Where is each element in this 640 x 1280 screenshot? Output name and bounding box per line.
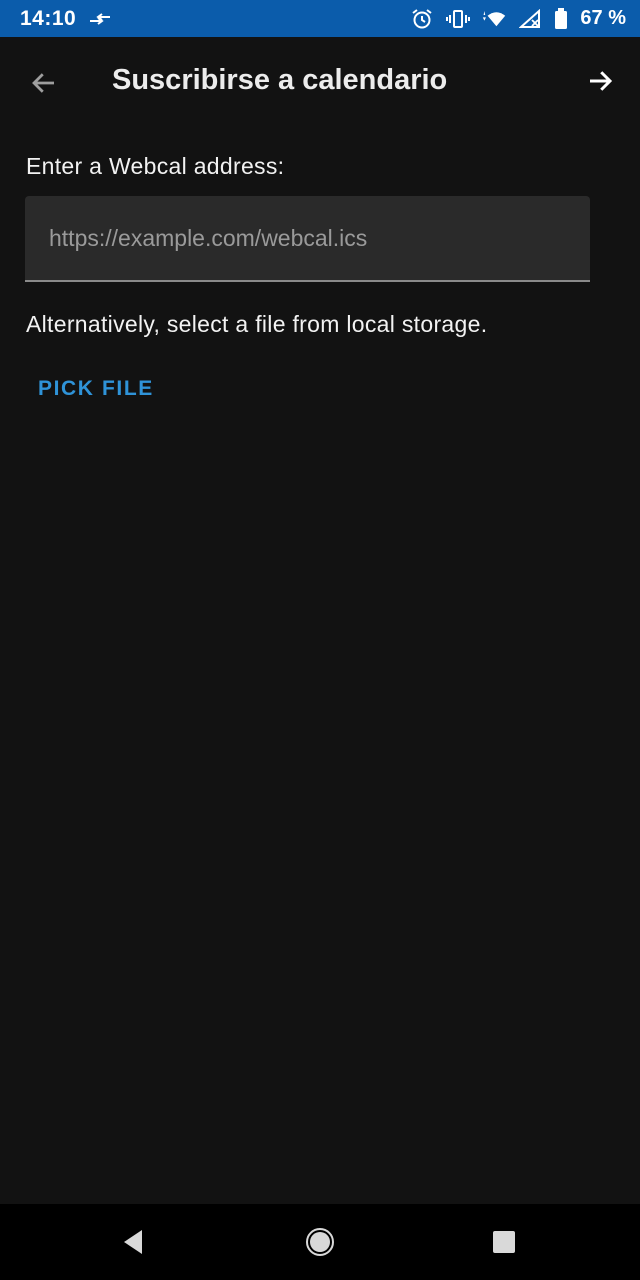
navigation-bar: [0, 1204, 640, 1280]
nav-recents-button[interactable]: [492, 1230, 516, 1254]
app-bar: Suscribirse a calendario: [0, 37, 640, 127]
back-button[interactable]: [26, 65, 62, 101]
battery-icon: [554, 7, 568, 31]
battery-percent: 67 %: [580, 7, 626, 29]
home-circle-icon: [306, 1228, 334, 1256]
status-right: 67 %: [410, 7, 626, 31]
arrow-back-icon: [32, 73, 54, 93]
arrow-forward-icon: [590, 71, 613, 91]
pick-file-button[interactable]: PICK FILE: [26, 363, 166, 415]
data-transfer-icon: [88, 7, 112, 31]
nav-back-button[interactable]: [120, 1228, 148, 1256]
recents-square-icon: [493, 1231, 515, 1253]
nav-home-button[interactable]: [305, 1227, 335, 1257]
alarm-icon: [410, 7, 434, 31]
webcal-address-field[interactable]: [25, 196, 590, 282]
back-triangle-icon: [124, 1230, 142, 1254]
webcal-address-input[interactable]: [25, 196, 590, 280]
status-bar: 14:10 67 %: [0, 0, 640, 37]
screen: 14:10 67 % Suscribirse a calendario Ente…: [0, 0, 640, 1280]
status-time: 14:10: [20, 6, 77, 30]
forward-button[interactable]: [582, 63, 618, 99]
vibrate-icon: [446, 7, 471, 31]
wifi-icon: [482, 7, 506, 31]
page-title: Suscribirse a calendario: [112, 64, 448, 96]
webcal-address-label: Enter a Webcal address:: [26, 153, 285, 179]
signal-icon: [518, 7, 542, 31]
status-left: 14:10: [20, 7, 112, 31]
alternative-text: Alternatively, select a file from local …: [26, 311, 488, 337]
